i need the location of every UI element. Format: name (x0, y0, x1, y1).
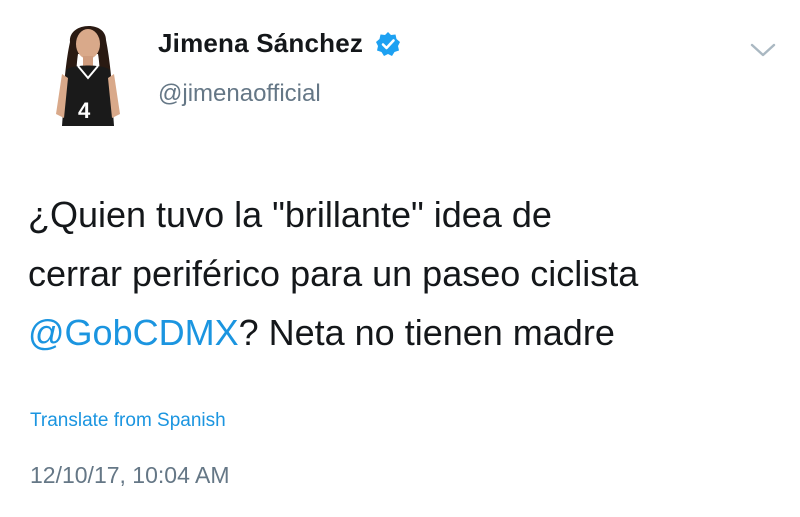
translate-link[interactable]: Translate from Spanish (30, 410, 226, 432)
author-handle[interactable]: @jimenaofficial (158, 80, 321, 108)
tweet-line-2: cerrar periférico para un paseo ciclista (28, 253, 639, 294)
tweet-card: 4 Jimena Sánchez @jimenaofficial ¿Quien … (0, 0, 800, 517)
tweet-line-1: ¿Quien tuvo la "brillante" idea de (28, 194, 552, 235)
tweet-line-3: @GobCDMX? Neta no tienen madre (28, 303, 778, 362)
display-name[interactable]: Jimena Sánchez (158, 28, 363, 59)
verified-badge-icon (375, 31, 401, 57)
tweet-timestamp[interactable]: 12/10/17, 10:04 AM (30, 462, 230, 489)
tweet-text: ¿Quien tuvo la "brillante" idea de cerra… (28, 185, 778, 362)
chevron-down-icon[interactable] (748, 40, 778, 60)
author-name-row: Jimena Sánchez (158, 28, 401, 59)
tweet-line-3-text: ? Neta no tienen madre (238, 312, 615, 353)
svg-text:4: 4 (78, 98, 91, 123)
avatar-image: 4 (48, 14, 128, 130)
mention-link[interactable]: @GobCDMX (28, 312, 239, 353)
avatar[interactable]: 4 (48, 14, 128, 130)
